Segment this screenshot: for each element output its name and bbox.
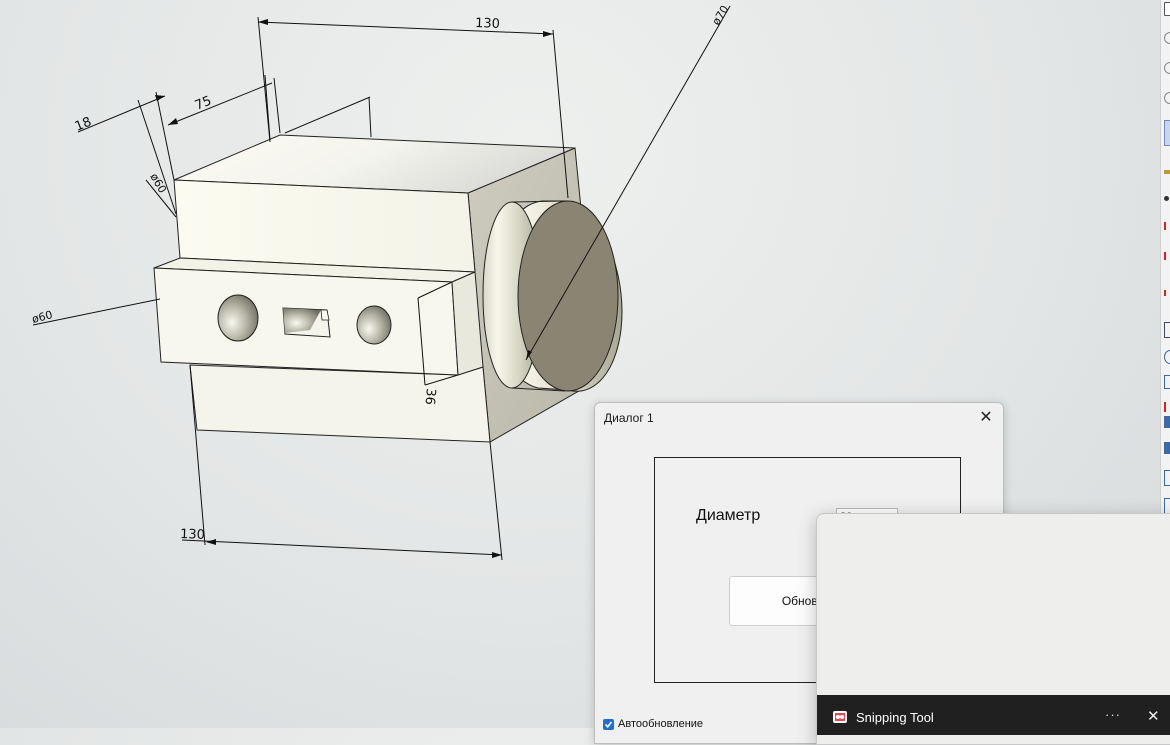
dim-130-top: 130 [475,16,500,32]
grid-icon[interactable] [1164,498,1170,514]
dim-130-bottom: 130 [180,527,205,543]
check-icon[interactable] [1164,222,1170,230]
snipping-tool-titlebar: Snipping Tool ··· ✕ [817,695,1170,735]
document-icon[interactable] [1164,2,1170,16]
dim-18: 18 [73,115,94,135]
dim-36: 36 [422,388,438,406]
snipping-tool-close-button[interactable]: ✕ [1147,707,1160,725]
sphere-icon[interactable] [1164,350,1170,364]
cylinder-icon[interactable] [1164,416,1170,428]
point-icon[interactable] [1164,196,1169,201]
more-options-icon[interactable]: ··· [1105,707,1121,722]
box-icon[interactable] [1164,375,1170,389]
pencil-icon[interactable] [1164,170,1170,174]
cross-icon[interactable] [1164,252,1170,260]
circle-icon[interactable] [1164,92,1170,104]
autoupdate-label: Автообновление [618,718,704,730]
dim-phi60-upper: ø60 [147,171,169,195]
dim-phi70: ø70 [710,3,732,27]
cylinder-icon[interactable] [1164,442,1170,454]
autoupdate-checkbox[interactable]: Автообновление [603,718,703,730]
snipping-tool-title: Snipping Tool [856,710,934,725]
body-upper-front-face [173,179,476,273]
dialog-close-button[interactable]: ✕ [975,407,997,429]
dim-phi60-left: ø60 [31,308,54,326]
diameter-label: Диаметр [696,507,761,524]
circle-icon[interactable] [1164,32,1170,44]
hole-right [356,305,392,345]
grid-icon[interactable] [1164,120,1170,146]
circle-icon[interactable] [1164,62,1170,74]
cross-icon[interactable] [1164,402,1170,412]
body-lower-front-face [189,364,491,443]
hole-left [217,294,259,342]
copy-icon[interactable] [1164,322,1170,338]
cylinder-end-face [517,200,619,392]
snipping-tool-icon [833,711,847,723]
dialog-title: Диалог 1 [604,411,654,425]
box-icon[interactable] [1164,470,1170,486]
dim-75: 75 [193,94,214,114]
cross-icon[interactable] [1164,290,1170,296]
snipping-tool-window: Snipping Tool ··· ✕ [816,513,1170,745]
